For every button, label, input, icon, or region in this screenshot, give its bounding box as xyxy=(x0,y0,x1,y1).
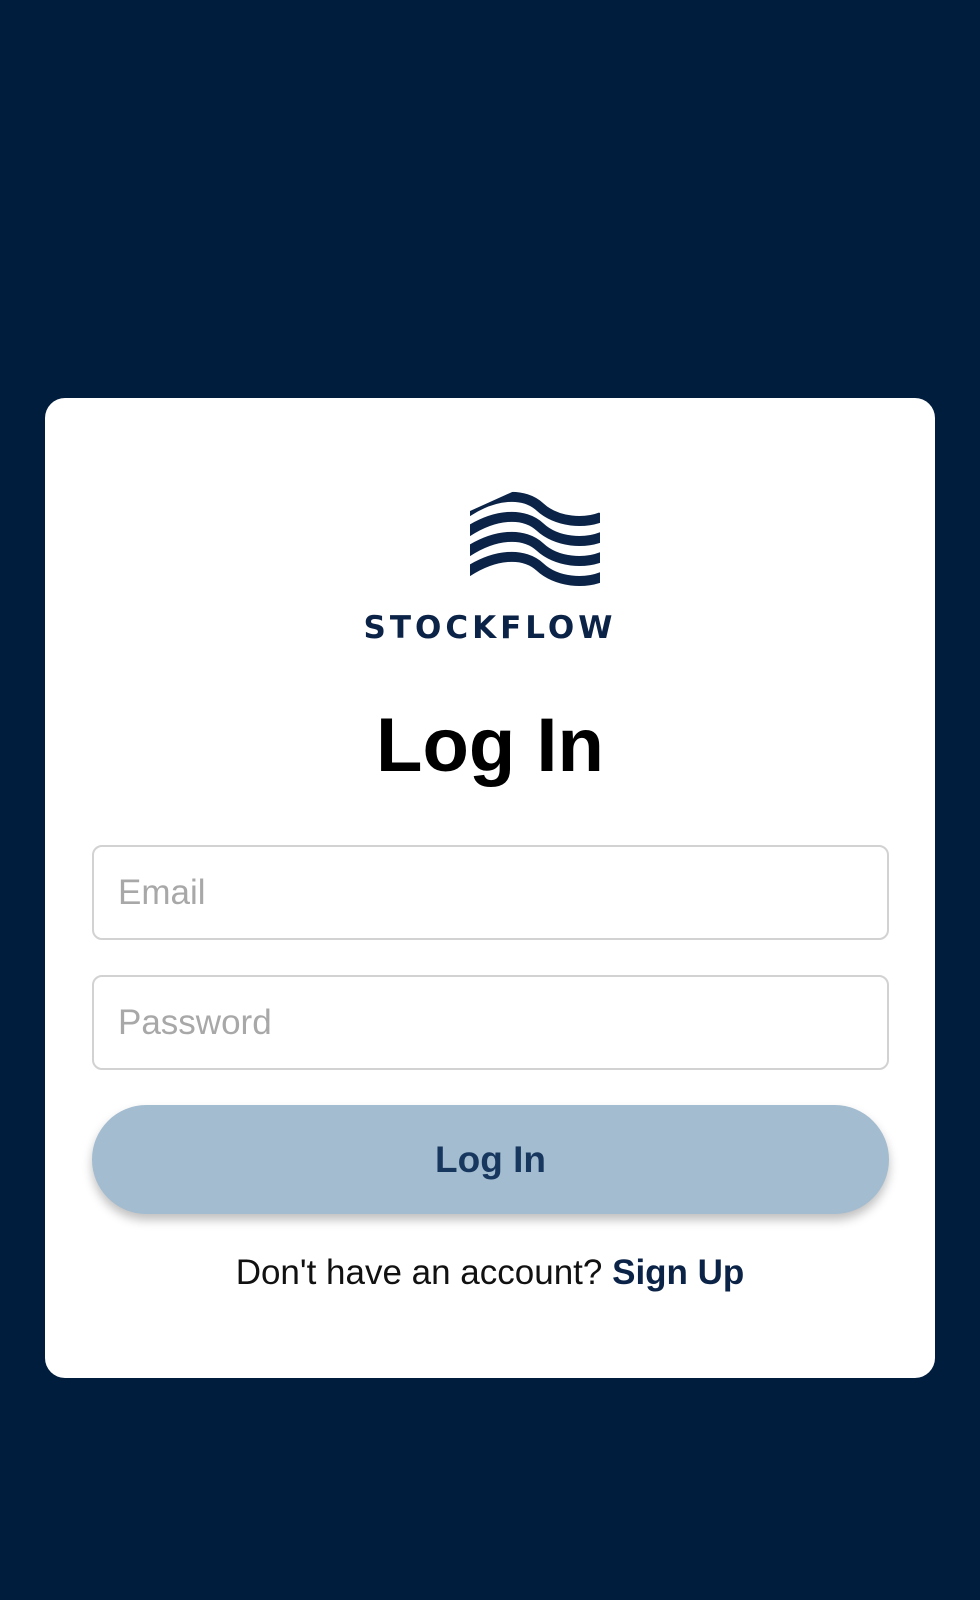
email-field[interactable] xyxy=(92,845,889,940)
login-button[interactable]: Log In xyxy=(92,1105,889,1214)
signup-prompt-line: Don't have an account? Sign Up xyxy=(45,1255,935,1290)
signup-prompt-text: Don't have an account? xyxy=(235,1253,603,1292)
password-field[interactable] xyxy=(92,975,889,1070)
brand-name: STOCKFLOW xyxy=(363,610,617,646)
sign-up-link[interactable]: Sign Up xyxy=(612,1253,744,1292)
login-card: STOCKFLOW Log In Log In Don't have an ac… xyxy=(45,398,935,1378)
stockflow-logo-icon xyxy=(470,483,600,601)
page-title: Log In xyxy=(376,703,604,788)
